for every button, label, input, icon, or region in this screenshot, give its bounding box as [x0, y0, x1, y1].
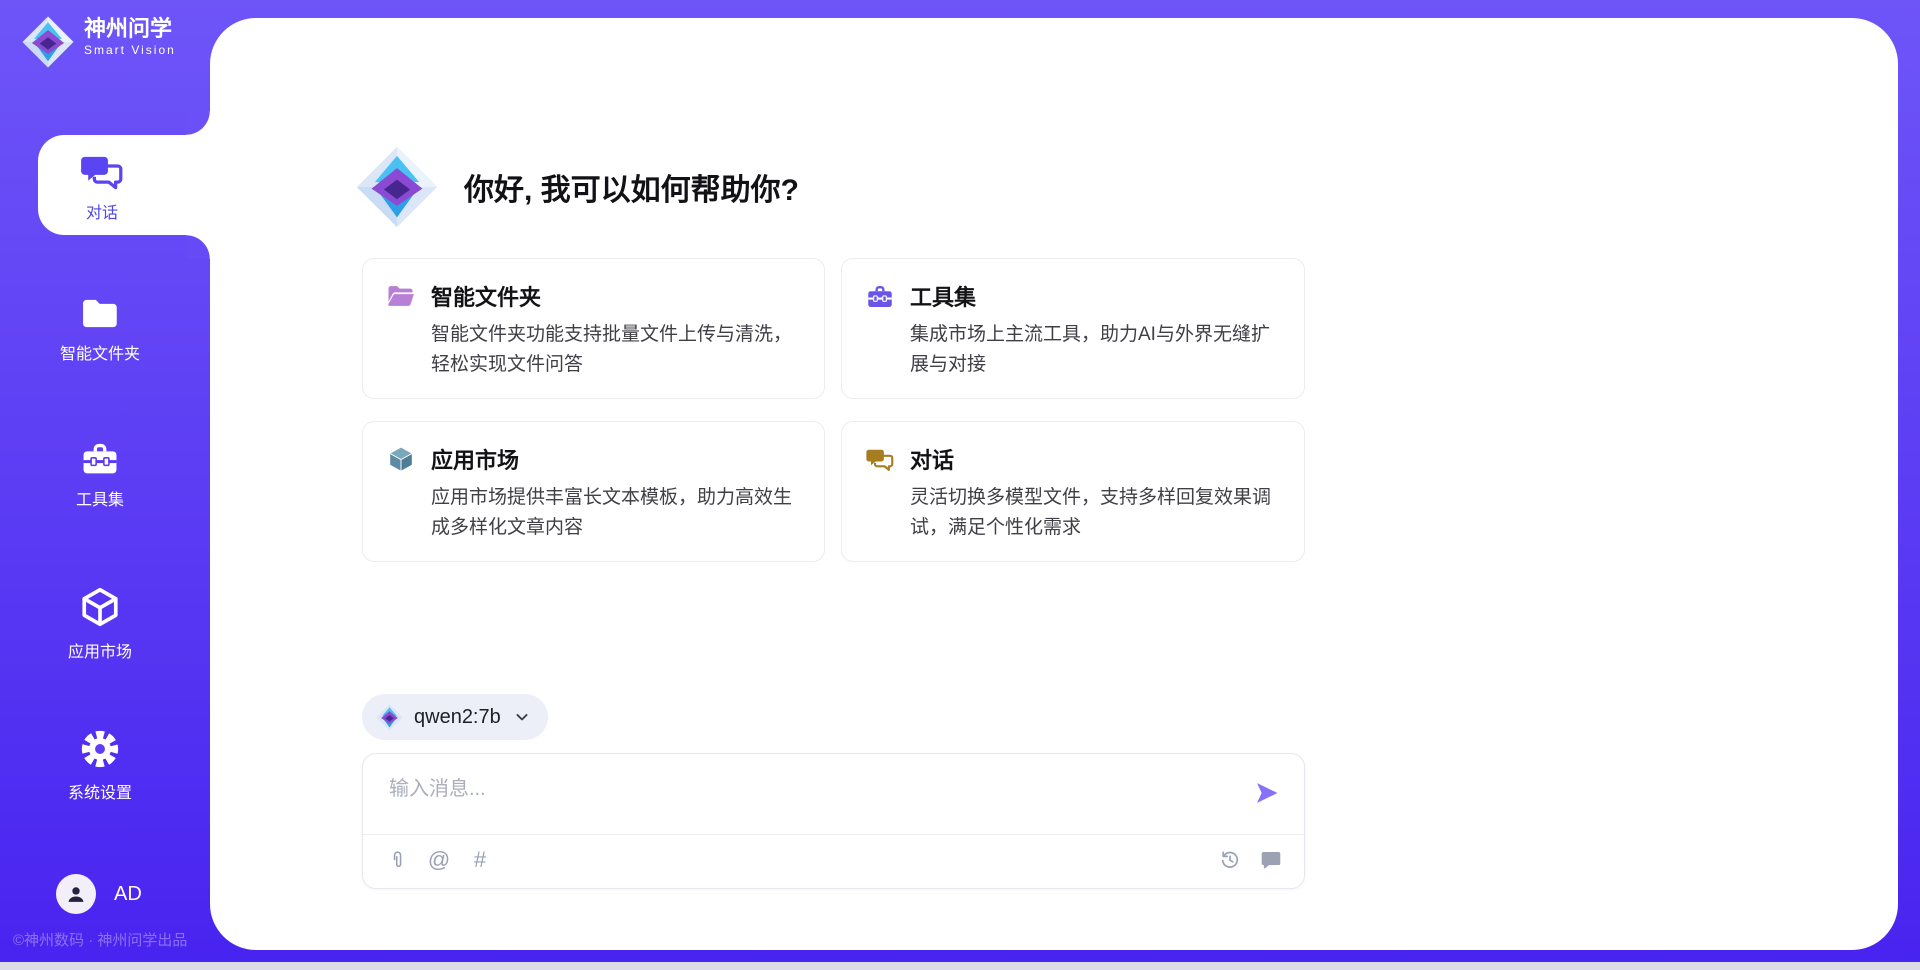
avatar: [56, 874, 96, 914]
card-chat[interactable]: 对话 灵活切换多模型文件，支持多样回复效果调试，满足个性化需求: [841, 421, 1305, 562]
sidebar-item-label: 系统设置: [68, 779, 132, 803]
history-icon[interactable]: [1217, 847, 1243, 873]
comment-icon[interactable]: [1258, 847, 1284, 873]
card-description: 灵活切换多模型文件，支持多样回复效果调试，满足个性化需求: [910, 483, 1280, 543]
sidebar-item-label: 智能文件夹: [60, 340, 140, 364]
model-selector[interactable]: qwen2:7b: [362, 694, 548, 740]
folder-open-icon: [386, 282, 416, 310]
send-icon[interactable]: [1252, 778, 1282, 808]
brand-diamond-icon: [356, 146, 438, 228]
card-title: 工具集: [910, 280, 976, 312]
toolbox-icon: [865, 282, 895, 310]
card-title: 对话: [910, 443, 954, 475]
hash-icon[interactable]: #: [467, 847, 493, 873]
model-name: qwen2:7b: [414, 706, 501, 729]
card-title: 智能文件夹: [431, 280, 541, 312]
card-head: 工具集: [865, 280, 1280, 312]
brand: 神州问学 Smart Vision: [22, 16, 176, 68]
toolbox-icon: [79, 438, 121, 478]
card-head: 应用市场: [386, 443, 800, 475]
sidebar-item-label: 对话: [86, 199, 118, 223]
chat-bubbles-icon: [79, 148, 125, 194]
brand-diamond-icon: [376, 704, 403, 731]
sidebar-item-chat[interactable]: 对话: [38, 135, 210, 235]
sidebar-item-label: 应用市场: [68, 638, 132, 662]
card-head: 对话: [865, 443, 1280, 475]
horizontal-scrollbar[interactable]: [0, 962, 1920, 970]
card-head: 智能文件夹: [386, 280, 800, 312]
brand-subtitle: Smart Vision: [84, 43, 176, 57]
brand-diamond-icon: [22, 16, 74, 68]
composer-divider: [363, 834, 1304, 835]
folder-icon: [79, 294, 121, 332]
card-toolset[interactable]: 工具集 集成市场上主流工具，助力AI与外界无缝扩展与对接: [841, 258, 1305, 399]
card-app-market[interactable]: 应用市场 应用市场提供丰富长文本模板，助力高效生成多样化文章内容: [362, 421, 825, 562]
card-smart-folder[interactable]: 智能文件夹 智能文件夹功能支持批量文件上传与清洗，轻松实现文件问答: [362, 258, 825, 399]
chat-bubbles-icon: [865, 444, 895, 474]
app-root: 神州问学 Smart Vision 对话 智能文件夹: [0, 0, 1920, 970]
user-name: AD: [114, 883, 142, 906]
sidebar-item-smart-folder[interactable]: 智能文件夹: [0, 294, 200, 364]
greeting-title: 你好, 我可以如何帮助你?: [464, 165, 799, 209]
welcome-header: 你好, 我可以如何帮助你?: [356, 146, 799, 228]
footer-copyright: ©神州数码 · 神州问学出品: [13, 929, 187, 950]
cube-icon: [386, 444, 416, 474]
card-description: 集成市场上主流工具，助力AI与外界无缝扩展与对接: [910, 320, 1280, 380]
sidebar-item-label: 工具集: [76, 486, 124, 510]
composer-toolbar: @ #: [385, 847, 1284, 873]
card-description: 应用市场提供丰富长文本模板，助力高效生成多样化文章内容: [431, 483, 800, 543]
message-composer: @ #: [362, 753, 1305, 889]
person-icon: [63, 881, 89, 907]
message-input[interactable]: [387, 770, 1231, 826]
cube-icon: [78, 584, 122, 630]
sidebar-item-toolset[interactable]: 工具集: [0, 438, 200, 510]
gear-icon: [78, 727, 122, 771]
paperclip-icon[interactable]: [385, 847, 411, 873]
card-description: 智能文件夹功能支持批量文件上传与清洗，轻松实现文件问答: [431, 320, 800, 380]
brand-name: 神州问学: [84, 16, 176, 42]
sidebar-item-app-market[interactable]: 应用市场: [0, 584, 200, 662]
card-title: 应用市场: [431, 443, 519, 475]
composer-tools-left: @ #: [385, 847, 493, 873]
sidebar-item-settings[interactable]: 系统设置: [0, 727, 200, 803]
at-icon[interactable]: @: [426, 847, 452, 873]
chevron-down-icon: [512, 707, 532, 727]
sidebar: 神州问学 Smart Vision 对话 智能文件夹: [0, 0, 210, 962]
feature-cards: 智能文件夹 智能文件夹功能支持批量文件上传与清洗，轻松实现文件问答 工具集 集成…: [362, 258, 1305, 562]
composer-tools-right: [1217, 847, 1284, 873]
user-menu[interactable]: AD: [56, 874, 142, 914]
